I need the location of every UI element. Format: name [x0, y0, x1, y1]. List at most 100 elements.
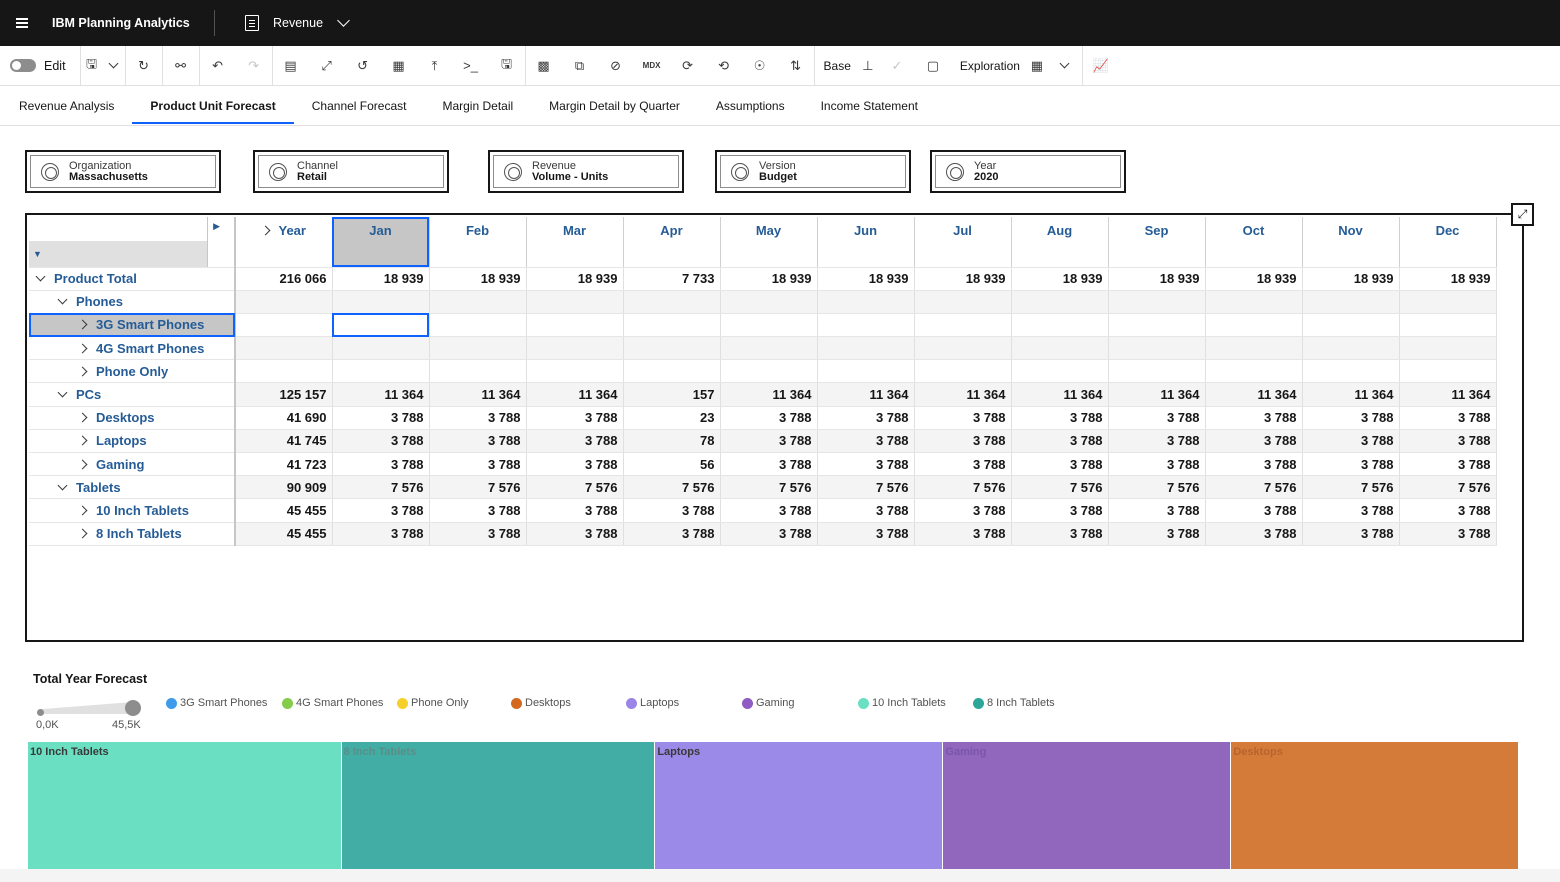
check-icon[interactable]: ✓ [879, 46, 915, 86]
data-cell[interactable]: 216 066 [235, 267, 333, 291]
data-cell[interactable]: 3 788 [1108, 452, 1206, 477]
data-cell[interactable] [235, 359, 333, 384]
data-cell[interactable]: 18 939 [720, 267, 818, 291]
data-cell[interactable]: 3 788 [817, 429, 915, 454]
refresh-icon[interactable]: ↻ [126, 46, 162, 86]
data-cell[interactable] [1302, 290, 1400, 314]
save-view-icon[interactable]: 🖫 [489, 46, 525, 86]
data-cell[interactable] [526, 336, 624, 361]
data-cell[interactable]: 11 364 [526, 382, 624, 407]
legend-item[interactable]: 4G Smart Phones [282, 697, 383, 709]
data-cell[interactable] [332, 336, 430, 361]
data-cell[interactable]: 3 788 [720, 522, 818, 546]
data-cell[interactable] [1205, 313, 1303, 338]
chevron-right-icon[interactable] [77, 528, 88, 539]
view-menu-button[interactable] [1048, 46, 1082, 86]
data-cell[interactable] [332, 359, 430, 384]
thermometer-icon[interactable]: ⊥ [857, 46, 879, 86]
data-cell[interactable] [1399, 313, 1497, 338]
data-cell[interactable]: 125 157 [235, 382, 333, 407]
data-cell[interactable]: 3 788 [1205, 452, 1303, 477]
redo-icon[interactable]: ↷ [236, 46, 272, 86]
data-cell[interactable] [332, 290, 430, 314]
data-cell[interactable] [1205, 336, 1303, 361]
data-cell[interactable]: 11 364 [1011, 382, 1109, 407]
chart-icon[interactable]: 📈 [1083, 46, 1119, 86]
chevron-right-icon[interactable] [77, 435, 88, 446]
data-cell[interactable] [1011, 359, 1109, 384]
column-header-jun[interactable]: Jun [817, 217, 915, 268]
data-cell[interactable] [623, 336, 721, 361]
row-header[interactable]: 3G Smart Phones [29, 313, 236, 338]
book-title[interactable]: Revenue [273, 16, 323, 30]
data-cell[interactable]: 11 364 [1399, 382, 1497, 407]
data-cell[interactable] [1399, 359, 1497, 384]
legend-item[interactable]: Gaming [742, 697, 795, 709]
base-label[interactable]: Base [815, 59, 857, 73]
data-cell[interactable]: 23 [623, 406, 721, 430]
data-cell[interactable]: 3 788 [1011, 429, 1109, 454]
row-header[interactable]: Tablets [29, 475, 236, 500]
data-cell[interactable]: 11 364 [1302, 382, 1400, 407]
data-cell[interactable] [429, 290, 527, 314]
data-cell[interactable] [914, 359, 1012, 384]
treemap-tile[interactable]: 10 Inch Tablets [28, 742, 342, 869]
data-cell[interactable]: 3 788 [429, 522, 527, 546]
edit-toggle[interactable] [10, 59, 36, 72]
chevron-down-icon[interactable] [35, 271, 46, 282]
data-cell[interactable]: 78 [623, 429, 721, 454]
data-cell[interactable]: 3 788 [429, 498, 527, 523]
data-cell[interactable]: 3 788 [817, 498, 915, 523]
data-cell[interactable]: 11 364 [332, 382, 430, 407]
chevron-right-icon[interactable] [77, 343, 88, 354]
data-cell[interactable] [526, 359, 624, 384]
share-icon[interactable]: ⚯ [163, 46, 199, 86]
data-cell[interactable]: 3 788 [332, 522, 430, 546]
data-cell[interactable]: 11 364 [429, 382, 527, 407]
data-cell[interactable] [429, 336, 527, 361]
column-header-dec[interactable]: Dec [1399, 217, 1497, 268]
data-cell[interactable] [332, 313, 430, 338]
data-cell[interactable]: 7 576 [1011, 475, 1109, 500]
data-cell[interactable]: 3 788 [332, 498, 430, 523]
data-cell[interactable]: 18 939 [1302, 267, 1400, 291]
row-header[interactable]: Phones [29, 290, 236, 314]
data-cell[interactable]: 3 788 [429, 406, 527, 430]
data-cell[interactable]: 3 788 [526, 429, 624, 454]
row-header[interactable]: Phone Only [29, 359, 236, 384]
export-icon[interactable]: ⤒ [417, 46, 453, 86]
chevron-right-icon[interactable] [77, 505, 88, 516]
data-cell[interactable]: 3 788 [817, 452, 915, 477]
data-cell[interactable]: 3 788 [1302, 406, 1400, 430]
data-cell[interactable]: 3 788 [1205, 429, 1303, 454]
caret-down-icon[interactable]: ▼ [33, 249, 42, 259]
data-cell[interactable]: 3 788 [817, 406, 915, 430]
row-header[interactable]: 4G Smart Phones [29, 336, 236, 361]
data-cell[interactable]: 7 576 [429, 475, 527, 500]
slider-max-handle[interactable] [125, 700, 141, 716]
column-header-feb[interactable]: Feb [429, 217, 527, 268]
data-cell[interactable] [526, 290, 624, 314]
column-header-year[interactable]: Year [235, 217, 333, 268]
data-cell[interactable]: 3 788 [1302, 498, 1400, 523]
data-cell[interactable]: 3 788 [817, 522, 915, 546]
table-icon[interactable]: ▦ [1026, 46, 1048, 86]
data-cell[interactable]: 3 788 [1205, 522, 1303, 546]
column-header-aug[interactable]: Aug [1011, 217, 1109, 268]
data-cell[interactable]: 3 788 [1011, 406, 1109, 430]
data-cell[interactable] [1108, 313, 1206, 338]
data-cell[interactable]: 3 788 [914, 406, 1012, 430]
data-cell[interactable]: 7 576 [1399, 475, 1497, 500]
caret-right-icon[interactable]: ▶ [213, 221, 220, 232]
data-cell[interactable]: 18 939 [1399, 267, 1497, 291]
sort-icon[interactable]: ⇅ [778, 46, 814, 86]
data-cell[interactable]: 11 364 [1205, 382, 1303, 407]
year-selector[interactable]: Year 2020 [930, 150, 1126, 193]
treemap-tile[interactable]: Gaming [943, 742, 1232, 869]
data-cell[interactable]: 157 [623, 382, 721, 407]
data-cell[interactable]: 18 939 [429, 267, 527, 291]
data-cell[interactable]: 3 788 [1108, 498, 1206, 523]
data-cell[interactable]: 3 788 [1399, 429, 1497, 454]
data-cell[interactable] [623, 290, 721, 314]
data-cell[interactable]: 3 788 [720, 406, 818, 430]
